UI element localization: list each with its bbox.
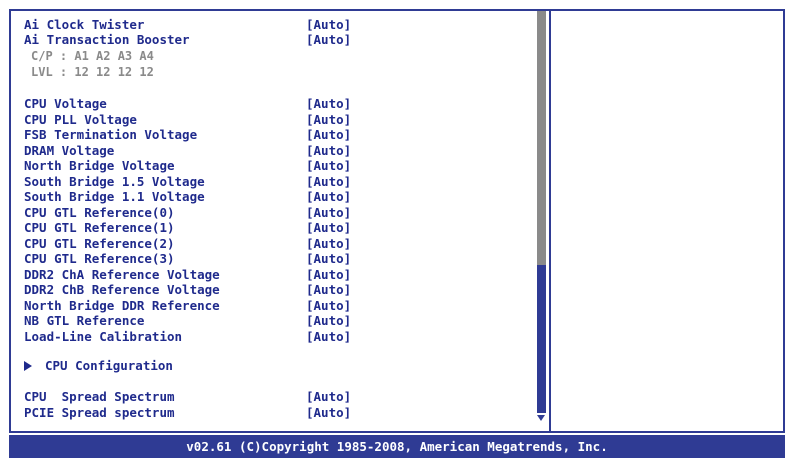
setting-value[interactable]: [Auto] <box>306 174 351 189</box>
setting-value[interactable]: [Auto] <box>306 267 351 282</box>
setting-label: South Bridge 1.1 Voltage <box>24 189 205 204</box>
setting-value[interactable]: [Auto] <box>306 220 351 235</box>
setting-label: CPU GTL Reference(0) <box>24 204 175 220</box>
setting-label: DRAM Voltage <box>24 142 115 158</box>
pane-divider <box>549 11 551 431</box>
setting-value[interactable]: [Auto] <box>306 389 351 404</box>
setting-south-bridge-1-1-voltage[interactable]: South Bridge 1.1 Voltage [Auto] <box>24 189 351 204</box>
setting-ai-transaction-booster[interactable]: Ai Transaction Booster [Auto] <box>24 32 351 47</box>
setting-label: Ai Transaction Booster <box>24 32 190 47</box>
setting-label: South Bridge 1.5 Voltage <box>24 173 205 189</box>
help-pane <box>552 11 783 431</box>
setting-value[interactable]: [Auto] <box>306 127 351 142</box>
submenu-label: CPU Configuration <box>45 358 173 373</box>
setting-value[interactable]: [Auto] <box>306 313 351 328</box>
setting-label: CPU Spread Spectrum <box>24 389 175 404</box>
setting-label: CPU GTL Reference(3) <box>24 251 175 266</box>
bios-main-frame: Ai Clock Twister [Auto] Ai Transaction B… <box>9 9 785 433</box>
setting-cpu-pll-voltage[interactable]: CPU PLL Voltage [Auto] <box>24 112 351 127</box>
setting-label: PCIE Spread spectrum <box>24 404 175 420</box>
setting-value[interactable]: [Auto] <box>306 158 351 173</box>
setting-cpu-spread-spectrum[interactable]: CPU Spread Spectrum [Auto] <box>24 389 351 404</box>
setting-label: NB GTL Reference <box>24 313 145 328</box>
setting-nb-gtl-reference[interactable]: NB GTL Reference [Auto] <box>24 313 351 328</box>
submenu-cpu-configuration[interactable]: CPU Configuration <box>24 358 173 373</box>
copyright-footer: v02.61 (C)Copyright 1985-2008, American … <box>9 435 785 458</box>
setting-value[interactable]: [Auto] <box>306 17 351 32</box>
setting-cpu-voltage[interactable]: CPU Voltage [Auto] <box>24 96 351 111</box>
setting-pcie-spread-spectrum[interactable]: PCIE Spread spectrum [Auto] <box>24 405 351 420</box>
setting-cpu-gtl-reference-0[interactable]: CPU GTL Reference(0) [Auto] <box>24 205 351 220</box>
setting-label: North Bridge Voltage <box>24 158 175 173</box>
setting-value[interactable]: [Auto] <box>306 236 351 251</box>
setting-value[interactable]: [Auto] <box>306 32 351 47</box>
setting-fsb-termination-voltage[interactable]: FSB Termination Voltage [Auto] <box>24 127 351 142</box>
setting-dram-voltage[interactable]: DRAM Voltage [Auto] <box>24 143 351 158</box>
setting-label: DDR2 ChB Reference Voltage <box>24 282 220 297</box>
setting-value[interactable]: [Auto] <box>306 298 351 313</box>
setting-value[interactable]: [Auto] <box>306 112 351 127</box>
setting-value[interactable]: [Auto] <box>306 251 351 266</box>
setting-cpu-gtl-reference-2[interactable]: CPU GTL Reference(2) [Auto] <box>24 236 351 251</box>
scrollbar-thumb[interactable] <box>537 11 546 265</box>
setting-label: North Bridge DDR Reference <box>24 297 220 313</box>
setting-ddr2-cha-reference-voltage[interactable]: DDR2 ChA Reference Voltage [Auto] <box>24 267 351 282</box>
setting-value[interactable]: [Auto] <box>306 405 351 420</box>
setting-value[interactable]: [Auto] <box>306 329 351 344</box>
setting-label: Ai Clock Twister <box>24 17 145 32</box>
setting-label: CPU GTL Reference(1) <box>24 220 175 235</box>
scroll-down-arrow-icon[interactable] <box>537 415 545 421</box>
setting-value[interactable]: [Auto] <box>306 189 351 204</box>
scrollbar[interactable] <box>537 11 546 421</box>
setting-cpu-gtl-reference-1[interactable]: CPU GTL Reference(1) [Auto] <box>24 220 351 235</box>
setting-ai-clock-twister[interactable]: Ai Clock Twister [Auto] <box>24 17 351 32</box>
setting-label: CPU PLL Voltage <box>24 111 137 127</box>
setting-south-bridge-1-5-voltage[interactable]: South Bridge 1.5 Voltage [Auto] <box>24 174 351 189</box>
info-lvl-line: LVL : 12 12 12 12 <box>31 65 154 79</box>
setting-north-bridge-voltage[interactable]: North Bridge Voltage [Auto] <box>24 158 351 173</box>
setting-label: Load-Line Calibration <box>24 328 183 344</box>
setting-value[interactable]: [Auto] <box>306 96 351 111</box>
info-cp-line: C/P : A1 A2 A3 A4 <box>31 49 154 63</box>
setting-value[interactable]: [Auto] <box>306 143 351 158</box>
setting-ddr2-chb-reference-voltage[interactable]: DDR2 ChB Reference Voltage [Auto] <box>24 282 351 297</box>
setting-load-line-calibration[interactable]: Load-Line Calibration [Auto] <box>24 329 351 344</box>
setting-label: FSB Termination Voltage <box>24 127 198 142</box>
submenu-arrow-icon <box>24 361 32 371</box>
settings-pane: Ai Clock Twister [Auto] Ai Transaction B… <box>11 11 546 431</box>
setting-label: CPU Voltage <box>24 96 107 111</box>
setting-north-bridge-ddr-reference[interactable]: North Bridge DDR Reference [Auto] <box>24 298 351 313</box>
setting-cpu-gtl-reference-3[interactable]: CPU GTL Reference(3) [Auto] <box>24 251 351 266</box>
setting-label: CPU GTL Reference(2) <box>24 235 175 251</box>
setting-value[interactable]: [Auto] <box>306 205 351 220</box>
scrollbar-track-lower[interactable] <box>537 265 546 413</box>
setting-label: DDR2 ChA Reference Voltage <box>24 266 220 282</box>
setting-value[interactable]: [Auto] <box>306 282 351 297</box>
